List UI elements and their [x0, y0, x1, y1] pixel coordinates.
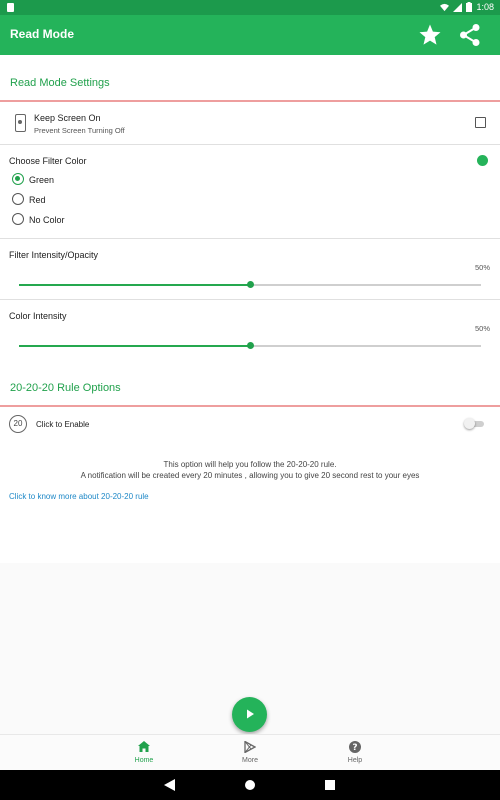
app-title: Read Mode [10, 27, 75, 41]
color-intensity-label: Color Intensity [9, 311, 67, 321]
status-time: 1:08 [476, 2, 494, 12]
enable-rule-label: Click to Enable [36, 420, 90, 429]
status-bar: 1:08 [0, 0, 500, 15]
phone-icon [15, 114, 26, 132]
nav-label-home: Home [134, 757, 154, 764]
home-circle-icon[interactable] [245, 780, 255, 790]
star-icon[interactable] [418, 23, 442, 47]
read-mode-section-title: Read Mode Settings [10, 77, 110, 89]
filter-color-label: Choose Filter Color [9, 156, 87, 166]
sd-card-icon [7, 3, 14, 12]
slider-fill [19, 345, 250, 347]
rule-info-line-2: A notification will be created every 20 … [80, 471, 420, 480]
slider-fill [19, 284, 250, 286]
filter-color-indicator [477, 155, 488, 166]
play-icon [247, 709, 254, 719]
row-divider [0, 238, 500, 239]
recent-apps-icon[interactable] [325, 780, 335, 790]
nav-item-help[interactable]: ? Help [325, 735, 385, 771]
section-divider [0, 405, 500, 407]
filter-intensity-percent: 50% [474, 263, 490, 272]
enable-rule-toggle[interactable] [464, 418, 486, 429]
slider-thumb[interactable] [246, 281, 254, 288]
signal-icon [453, 2, 463, 12]
rule-section-title: 20-20-20 Rule Options [10, 382, 121, 394]
nav-label-help: Help [347, 757, 363, 764]
filter-intensity-label: Filter Intensity/Opacity [9, 250, 99, 260]
slider-thumb[interactable] [246, 342, 254, 349]
play-store-icon [244, 741, 256, 753]
rule-info-line-1: This option will help you follow the 20-… [163, 460, 337, 469]
nav-item-home[interactable]: Home [114, 735, 174, 771]
radio-green-label[interactable]: Green [29, 175, 54, 185]
battery-icon [466, 2, 473, 12]
keep-screen-on-label: Keep Screen On [34, 113, 101, 123]
color-intensity-percent: 50% [474, 324, 490, 333]
radio-red[interactable] [12, 193, 24, 205]
color-intensity-slider[interactable] [19, 340, 481, 352]
timer-20-icon: 20 [9, 415, 27, 433]
share-icon[interactable] [458, 23, 482, 47]
keep-screen-on-sublabel: Prevent Screen Turning Off [34, 126, 125, 135]
play-fab-button[interactable] [232, 697, 267, 732]
filter-intensity-slider[interactable] [19, 279, 481, 291]
toggle-knob [464, 418, 475, 429]
row-divider [0, 144, 500, 145]
wifi-icon [440, 3, 450, 11]
help-icon: ? [349, 741, 361, 753]
home-icon [138, 741, 150, 752]
svg-text:?: ? [352, 743, 357, 753]
system-nav-bar [0, 770, 500, 800]
keep-screen-on-checkbox[interactable] [475, 117, 486, 128]
radio-red-label[interactable]: Red [29, 195, 46, 205]
app-bar: Read Mode [0, 15, 500, 55]
radio-green[interactable] [12, 173, 24, 185]
row-divider [0, 299, 500, 300]
status-icons: 1:08 [440, 2, 494, 12]
section-divider [0, 100, 500, 102]
back-icon[interactable] [164, 779, 175, 791]
rule-info-link[interactable]: Click to know more about 20-20-20 rule [9, 492, 149, 501]
nav-label-more: More [242, 757, 258, 764]
radio-no-color-label[interactable]: No Color [29, 215, 65, 225]
nav-item-more[interactable]: More [220, 735, 280, 771]
bottom-navigation: Home More ? Help [0, 734, 500, 770]
radio-no-color[interactable] [12, 213, 24, 225]
